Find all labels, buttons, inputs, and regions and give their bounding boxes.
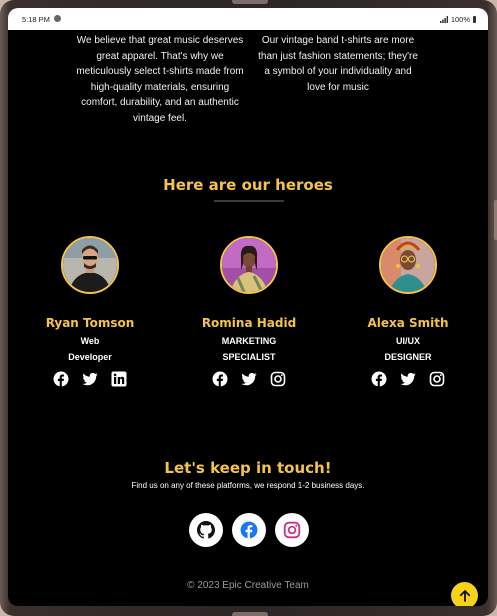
contact-platforms	[189, 513, 309, 547]
linkedin-icon[interactable]	[111, 371, 127, 387]
avatar	[220, 236, 278, 294]
facebook-icon[interactable]	[371, 371, 387, 387]
hero-social-links	[323, 371, 488, 387]
avatar	[379, 236, 437, 294]
hero-role-line: UI/UX	[395, 336, 420, 346]
facebook-button[interactable]	[232, 513, 266, 547]
hero-role-line: SPECIALIST	[222, 352, 276, 362]
contact-subtitle: Find us on any of these platforms, we re…	[131, 481, 365, 490]
hero-role-line: MARKETING	[221, 336, 277, 346]
facebook-icon[interactable]	[212, 371, 228, 387]
arrow-up-icon	[459, 589, 470, 602]
heading-divider	[214, 200, 284, 202]
hero-name: Romina Hadid	[201, 316, 297, 330]
page-content: We believe that great music deserves gre…	[8, 30, 488, 606]
hero-card: Romina Hadid MARKETING SPECIALIST	[164, 236, 334, 387]
instagram-icon[interactable]	[429, 371, 445, 387]
hero-role-line: DESIGNER	[384, 352, 432, 362]
hero-role-line: Developer	[68, 352, 112, 362]
footer-copyright: © 2023 Epic Creative Team	[187, 580, 309, 591]
facebook-icon[interactable]	[53, 371, 69, 387]
hero-name: Ryan Tomson	[45, 316, 135, 330]
instagram-button[interactable]	[275, 513, 309, 547]
hero-role: Web Developer	[8, 333, 175, 365]
status-bar: 5:18 PM 100%	[8, 8, 488, 30]
about-quality-text: We believe that great music deserves gre…	[76, 35, 244, 124]
hero-card: Ryan Tomson Web Developer	[8, 236, 175, 387]
github-button[interactable]	[189, 513, 223, 547]
hero-social-links	[164, 371, 334, 387]
twitter-icon[interactable]	[82, 371, 98, 387]
hinge-top	[232, 0, 268, 4]
instagram-icon	[283, 521, 301, 539]
battery-icon	[473, 16, 476, 23]
contact-heading: Let's keep in touch!	[164, 459, 332, 477]
github-icon	[197, 521, 215, 539]
heroes-heading: Here are our heroes	[163, 176, 333, 194]
screen: 5:18 PM 100% We believe that great music…	[8, 8, 488, 606]
hinge-bottom	[232, 612, 268, 616]
hero-card: Alexa Smith UI/UX DESIGNER	[323, 236, 488, 387]
about-vintage-text: Our vintage band t-shirts are more than …	[258, 35, 418, 93]
battery-percent: 100%	[450, 15, 470, 24]
hero-role: MARKETING SPECIALIST	[164, 333, 334, 365]
facebook-icon	[240, 521, 258, 539]
back-to-top-button[interactable]	[451, 582, 478, 606]
status-indicators: 100%	[439, 15, 476, 24]
hero-social-links	[8, 371, 175, 387]
status-time: 5:18 PM	[22, 15, 50, 24]
device-frame: 5:18 PM 100% We believe that great music…	[0, 0, 497, 616]
hero-role-line: Web	[80, 336, 100, 346]
signal-icon	[439, 16, 448, 23]
notification-icon	[54, 15, 61, 22]
instagram-icon[interactable]	[270, 371, 286, 387]
hero-role: UI/UX DESIGNER	[323, 333, 488, 365]
avatar	[61, 236, 119, 294]
twitter-icon[interactable]	[241, 371, 257, 387]
twitter-icon[interactable]	[400, 371, 416, 387]
hero-name: Alexa Smith	[367, 316, 449, 330]
